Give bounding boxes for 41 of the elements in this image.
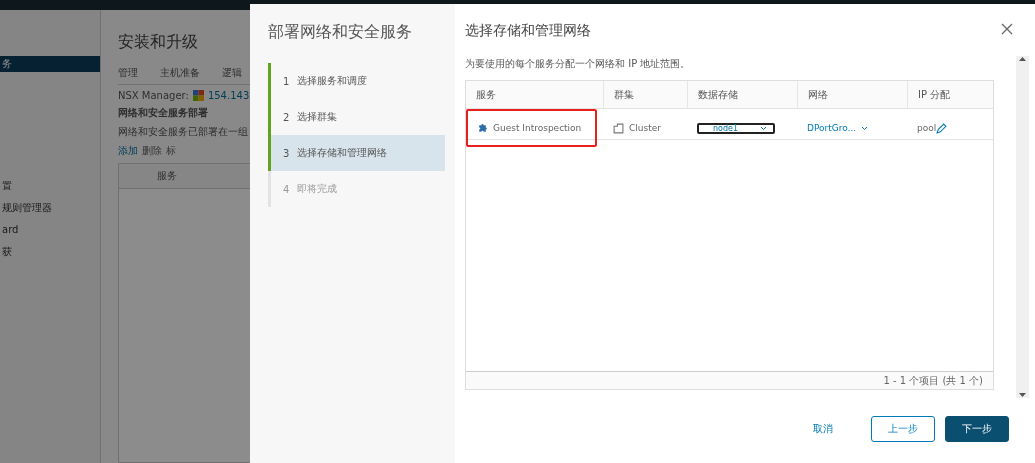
pagination-text: 1 - 1 个项目 (共 1 个) [883, 373, 983, 388]
pencil-icon[interactable] [936, 122, 948, 134]
wizard-step[interactable]: 4 即将完成 [268, 171, 445, 207]
manager-label: NSX Manager: [118, 90, 189, 101]
tab[interactable]: 逻辑 [222, 66, 242, 80]
cluster-name: Cluster [629, 123, 661, 133]
column-header: 群集 [603, 81, 687, 108]
sidebar-item[interactable]: ard [0, 222, 100, 238]
sidebar-item[interactable]: 规则管理器 [0, 200, 100, 216]
sidebar-item[interactable]: 获 [0, 244, 100, 260]
tab[interactable]: 主机准备 [160, 66, 200, 80]
step-description: 为要使用的每个服务分配一个网络和 IP 地址范围。 [465, 57, 691, 71]
ip-allocation: pool [917, 123, 937, 133]
column-header: 服务 [475, 87, 497, 102]
column-header: IP 分配 [907, 81, 993, 108]
puzzle-icon [477, 122, 488, 134]
wizard-step[interactable]: 1 选择服务和调度 [268, 63, 445, 99]
datastore-select[interactable]: node1 [697, 122, 775, 134]
next-button[interactable]: 下一步 [945, 416, 1009, 442]
scrollbar[interactable] [1016, 56, 1029, 398]
wizard-title: 部署网络和安全服务 [268, 22, 413, 43]
step-title: 选择存储和管理网络 [465, 22, 591, 40]
back-button[interactable]: 上一步 [871, 416, 935, 442]
tab[interactable]: 管理 [118, 66, 138, 80]
section-title: 网络和安全服务部署 [118, 106, 208, 120]
grid-icon [192, 90, 204, 101]
cancel-button[interactable]: 取消 [797, 416, 849, 442]
wizard-step[interactable]: 3 选择存储和管理网络 [268, 135, 445, 171]
network-select[interactable]: DPortGro... [807, 123, 869, 133]
scroll-up-icon[interactable] [1019, 56, 1026, 61]
sidebar-item[interactable]: 务 [0, 56, 100, 72]
chevron-down-icon [760, 125, 767, 131]
service-name: Guest Introspection [493, 123, 582, 133]
scroll-down-icon[interactable] [1019, 393, 1026, 398]
sidebar-item[interactable]: 置 [0, 178, 100, 194]
column-header: 网络 [797, 81, 907, 108]
manager-link[interactable]: 154.143 [207, 90, 250, 101]
toolbar-action[interactable]: 添加 [118, 144, 138, 158]
building-icon [613, 122, 624, 134]
chevron-down-icon [861, 125, 869, 131]
column-header: 数据存储 [687, 81, 797, 108]
